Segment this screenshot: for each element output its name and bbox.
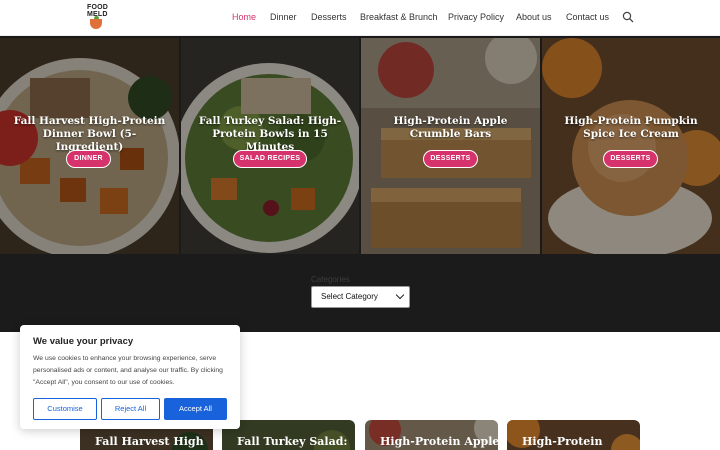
post-card-title[interactable]: High-Protein <box>522 435 603 448</box>
category-select-value: Select Category <box>321 292 378 301</box>
featured-card-title[interactable]: High-Protein Pumpkin Spice Ice Cream <box>552 115 710 141</box>
nav-contact-us[interactable]: Contact us <box>566 12 609 22</box>
nav-dinner[interactable]: Dinner <box>270 12 297 22</box>
categories-label: Categories <box>311 275 350 284</box>
featured-card-title[interactable]: Fall Turkey Salad: High-Protein Bowls in… <box>191 115 349 154</box>
post-card-title[interactable]: Fall Turkey Salad: <box>237 435 347 448</box>
site-logo[interactable]: FOOD MELD <box>86 4 108 30</box>
customise-button[interactable]: Customise <box>33 398 97 420</box>
featured-posts-grid: Fall Harvest High-Protein Dinner Bowl (5… <box>0 36 720 254</box>
nav-desserts[interactable]: Desserts <box>311 12 347 22</box>
logo-bowl-icon <box>90 19 102 29</box>
category-badge[interactable]: DESSERTS <box>603 150 658 168</box>
post-card-title[interactable]: Fall Harvest High <box>95 435 204 448</box>
featured-card[interactable]: High-Protein Apple Crumble Bars DESSERTS <box>361 38 540 254</box>
post-card-title[interactable]: High-Protein Apple <box>380 435 498 448</box>
post-card[interactable]: High-Protein Apple <box>365 420 498 450</box>
category-select[interactable]: Select Category <box>311 286 410 308</box>
post-card[interactable]: Fall Turkey Salad: <box>222 420 355 450</box>
nav-about-us[interactable]: About us <box>516 12 552 22</box>
nav-privacy-policy[interactable]: Privacy Policy <box>448 12 504 22</box>
chevron-down-icon <box>395 290 405 300</box>
nav-home[interactable]: Home <box>232 12 256 22</box>
card-overlay <box>361 38 540 254</box>
accept-all-button[interactable]: Accept All <box>164 398 227 420</box>
featured-card[interactable]: Fall Harvest High-Protein Dinner Bowl (5… <box>0 38 179 254</box>
featured-card[interactable]: High-Protein Pumpkin Spice Ice Cream DES… <box>542 38 720 254</box>
category-badge[interactable]: SALAD RECIPES <box>233 150 307 168</box>
featured-card-title[interactable]: Fall Harvest High-Protein Dinner Bowl (5… <box>10 115 169 154</box>
featured-card[interactable]: Fall Turkey Salad: High-Protein Bowls in… <box>181 38 359 254</box>
category-badge[interactable]: DESSERTS <box>423 150 478 168</box>
cookie-consent-banner: We value your privacy We use cookies to … <box>20 325 240 429</box>
card-overlay <box>542 38 720 254</box>
search-icon[interactable] <box>622 11 634 23</box>
categories-widget: Categories Select Category <box>0 254 720 332</box>
site-header: FOOD MELD Home Dinner Desserts Breakfast… <box>0 0 720 36</box>
post-card[interactable]: High-Protein <box>507 420 640 450</box>
cookie-text: We use cookies to enhance your browsing … <box>33 355 223 386</box>
cookie-title: We value your privacy <box>33 336 134 347</box>
category-badge[interactable]: DINNER <box>66 150 111 168</box>
nav-breakfast-brunch[interactable]: Breakfast & Brunch <box>360 12 438 22</box>
featured-card-title[interactable]: High-Protein Apple Crumble Bars <box>371 115 530 141</box>
logo-text-line1: FOOD <box>87 4 109 11</box>
reject-all-button[interactable]: Reject All <box>101 398 160 420</box>
